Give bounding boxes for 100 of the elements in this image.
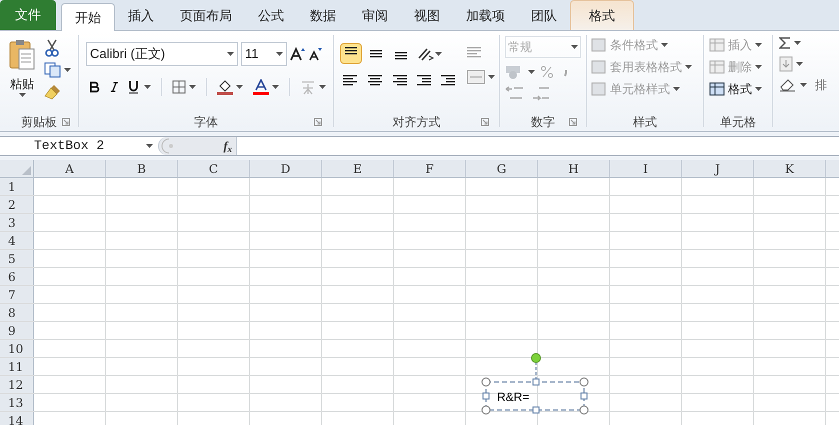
table-style-icon [591,59,607,75]
italic-icon[interactable] [110,81,118,93]
caret-icon [236,85,244,89]
caret-icon [227,52,234,56]
grid-icon [709,82,725,96]
column-header[interactable]: I [610,160,682,177]
column-header[interactable]: K [754,160,826,177]
scissors-icon[interactable] [44,39,60,57]
caret-icon [189,85,196,89]
fill-down-icon[interactable] [779,56,793,72]
caret-icon [146,144,153,148]
row-header[interactable]: 1 [0,178,34,195]
row-header[interactable]: 14 [0,412,34,425]
caret-icon [673,87,680,91]
clipboard-icon [8,39,36,71]
caret-icon [800,83,807,87]
vertical-align-button[interactable] [340,43,362,64]
font-color-icon[interactable] [253,79,270,95]
row-header[interactable]: 9 [0,322,34,339]
contextual-tab[interactable]: 格式 [570,0,634,30]
font-size-field[interactable]: 11 [241,42,287,66]
sort-label[interactable]: 排 [815,76,827,94]
caret-icon [435,52,442,56]
insert-function-button[interactable]: f$_{x}$ [224,137,232,155]
ribbon-tab[interactable]: 数据 [297,2,349,30]
column-header[interactable]: F [394,160,466,177]
orientation-icon[interactable] [417,46,435,62]
column-header[interactable]: J [682,160,754,177]
ribbon-tab[interactable]: 视图 [401,2,453,30]
caret-icon [272,85,280,89]
bold-icon[interactable] [90,81,100,93]
file-tab[interactable]: 文件 [0,0,56,30]
ribbon-tab[interactable]: 团队 [518,2,570,30]
column-header[interactable]: E [322,160,394,177]
column-header[interactable]: B [106,160,178,177]
ribbon-tab[interactable]: 插入 [115,2,167,30]
ribbon-tab[interactable]: 审阅 [349,2,401,30]
font-name-field[interactable]: Calibri (正文) [86,42,238,66]
column-header[interactable]: C [178,160,250,177]
caret-icon [144,85,152,89]
brush-icon[interactable] [44,83,62,101]
caret-icon [755,87,762,91]
caret-icon [276,52,283,56]
fill-color-icon[interactable] [217,79,234,95]
row-header[interactable]: 5 [0,250,34,267]
decrease-indent-icon[interactable] [415,74,431,88]
align-lines-icon [344,47,358,55]
column-header[interactable]: H [538,160,610,177]
dialog-launcher-icon[interactable] [62,118,70,126]
increase-indent-icon[interactable] [439,74,455,88]
caret-icon [571,45,578,49]
row-header[interactable]: 8 [0,304,34,321]
sum-icon[interactable] [779,36,791,50]
ribbon-tab[interactable]: 页面布局 [167,2,245,30]
copy-icon[interactable] [44,62,62,78]
caret-icon [661,43,668,47]
table-style-icon [591,37,607,53]
column-header[interactable]: G [466,160,538,177]
caret-icon [18,93,26,97]
underline-icon[interactable] [128,80,140,94]
column-header[interactable]: A [34,160,106,177]
row-header[interactable]: 2 [0,196,34,213]
align-right-icon[interactable] [391,74,407,88]
dialog-launcher-icon[interactable] [481,118,489,126]
borders-icon[interactable] [172,80,186,94]
caret-icon [755,43,762,47]
row-header[interactable]: 6 [0,268,34,285]
cells-menu-button[interactable]: 格式 [709,78,767,100]
caret-icon [796,62,803,66]
group-label: 单元格 [720,114,756,131]
table-style-icon [591,81,607,97]
row-header[interactable]: 7 [0,286,34,303]
row-header[interactable]: 10 [0,340,34,357]
paste-button[interactable]: 粘贴 [4,35,40,101]
ribbon-tab[interactable]: 开始 [61,3,115,31]
eraser-icon[interactable] [779,78,797,92]
shrink-font-icon[interactable] [309,46,323,62]
ribbon-tab[interactable]: 加载项 [453,2,518,30]
ribbon-tab[interactable]: 公式 [245,2,297,30]
group-label: 剪贴板 [21,114,57,131]
caret-icon [755,65,762,69]
dialog-launcher-icon[interactable] [314,118,322,126]
caret-icon [488,75,495,79]
caret-icon [64,68,71,72]
row-header[interactable]: 4 [0,232,34,249]
align-left-icon[interactable] [343,74,359,88]
caret-icon [319,85,326,89]
align-center-icon[interactable] [367,74,383,88]
dialog-launcher-icon[interactable] [569,118,577,126]
group-label: 对齐方式 [392,114,440,131]
align-lines-icon [394,52,408,60]
grow-font-icon[interactable] [290,46,306,62]
caret-icon [528,70,535,74]
row-header[interactable]: 13 [0,394,34,411]
row-header[interactable]: 11 [0,358,34,375]
column-header[interactable]: D [250,160,322,177]
row-header[interactable]: 3 [0,214,34,231]
row-header[interactable]: 12 [0,376,34,393]
caret-icon [794,41,801,45]
merge-cells-icon[interactable] [467,70,485,84]
